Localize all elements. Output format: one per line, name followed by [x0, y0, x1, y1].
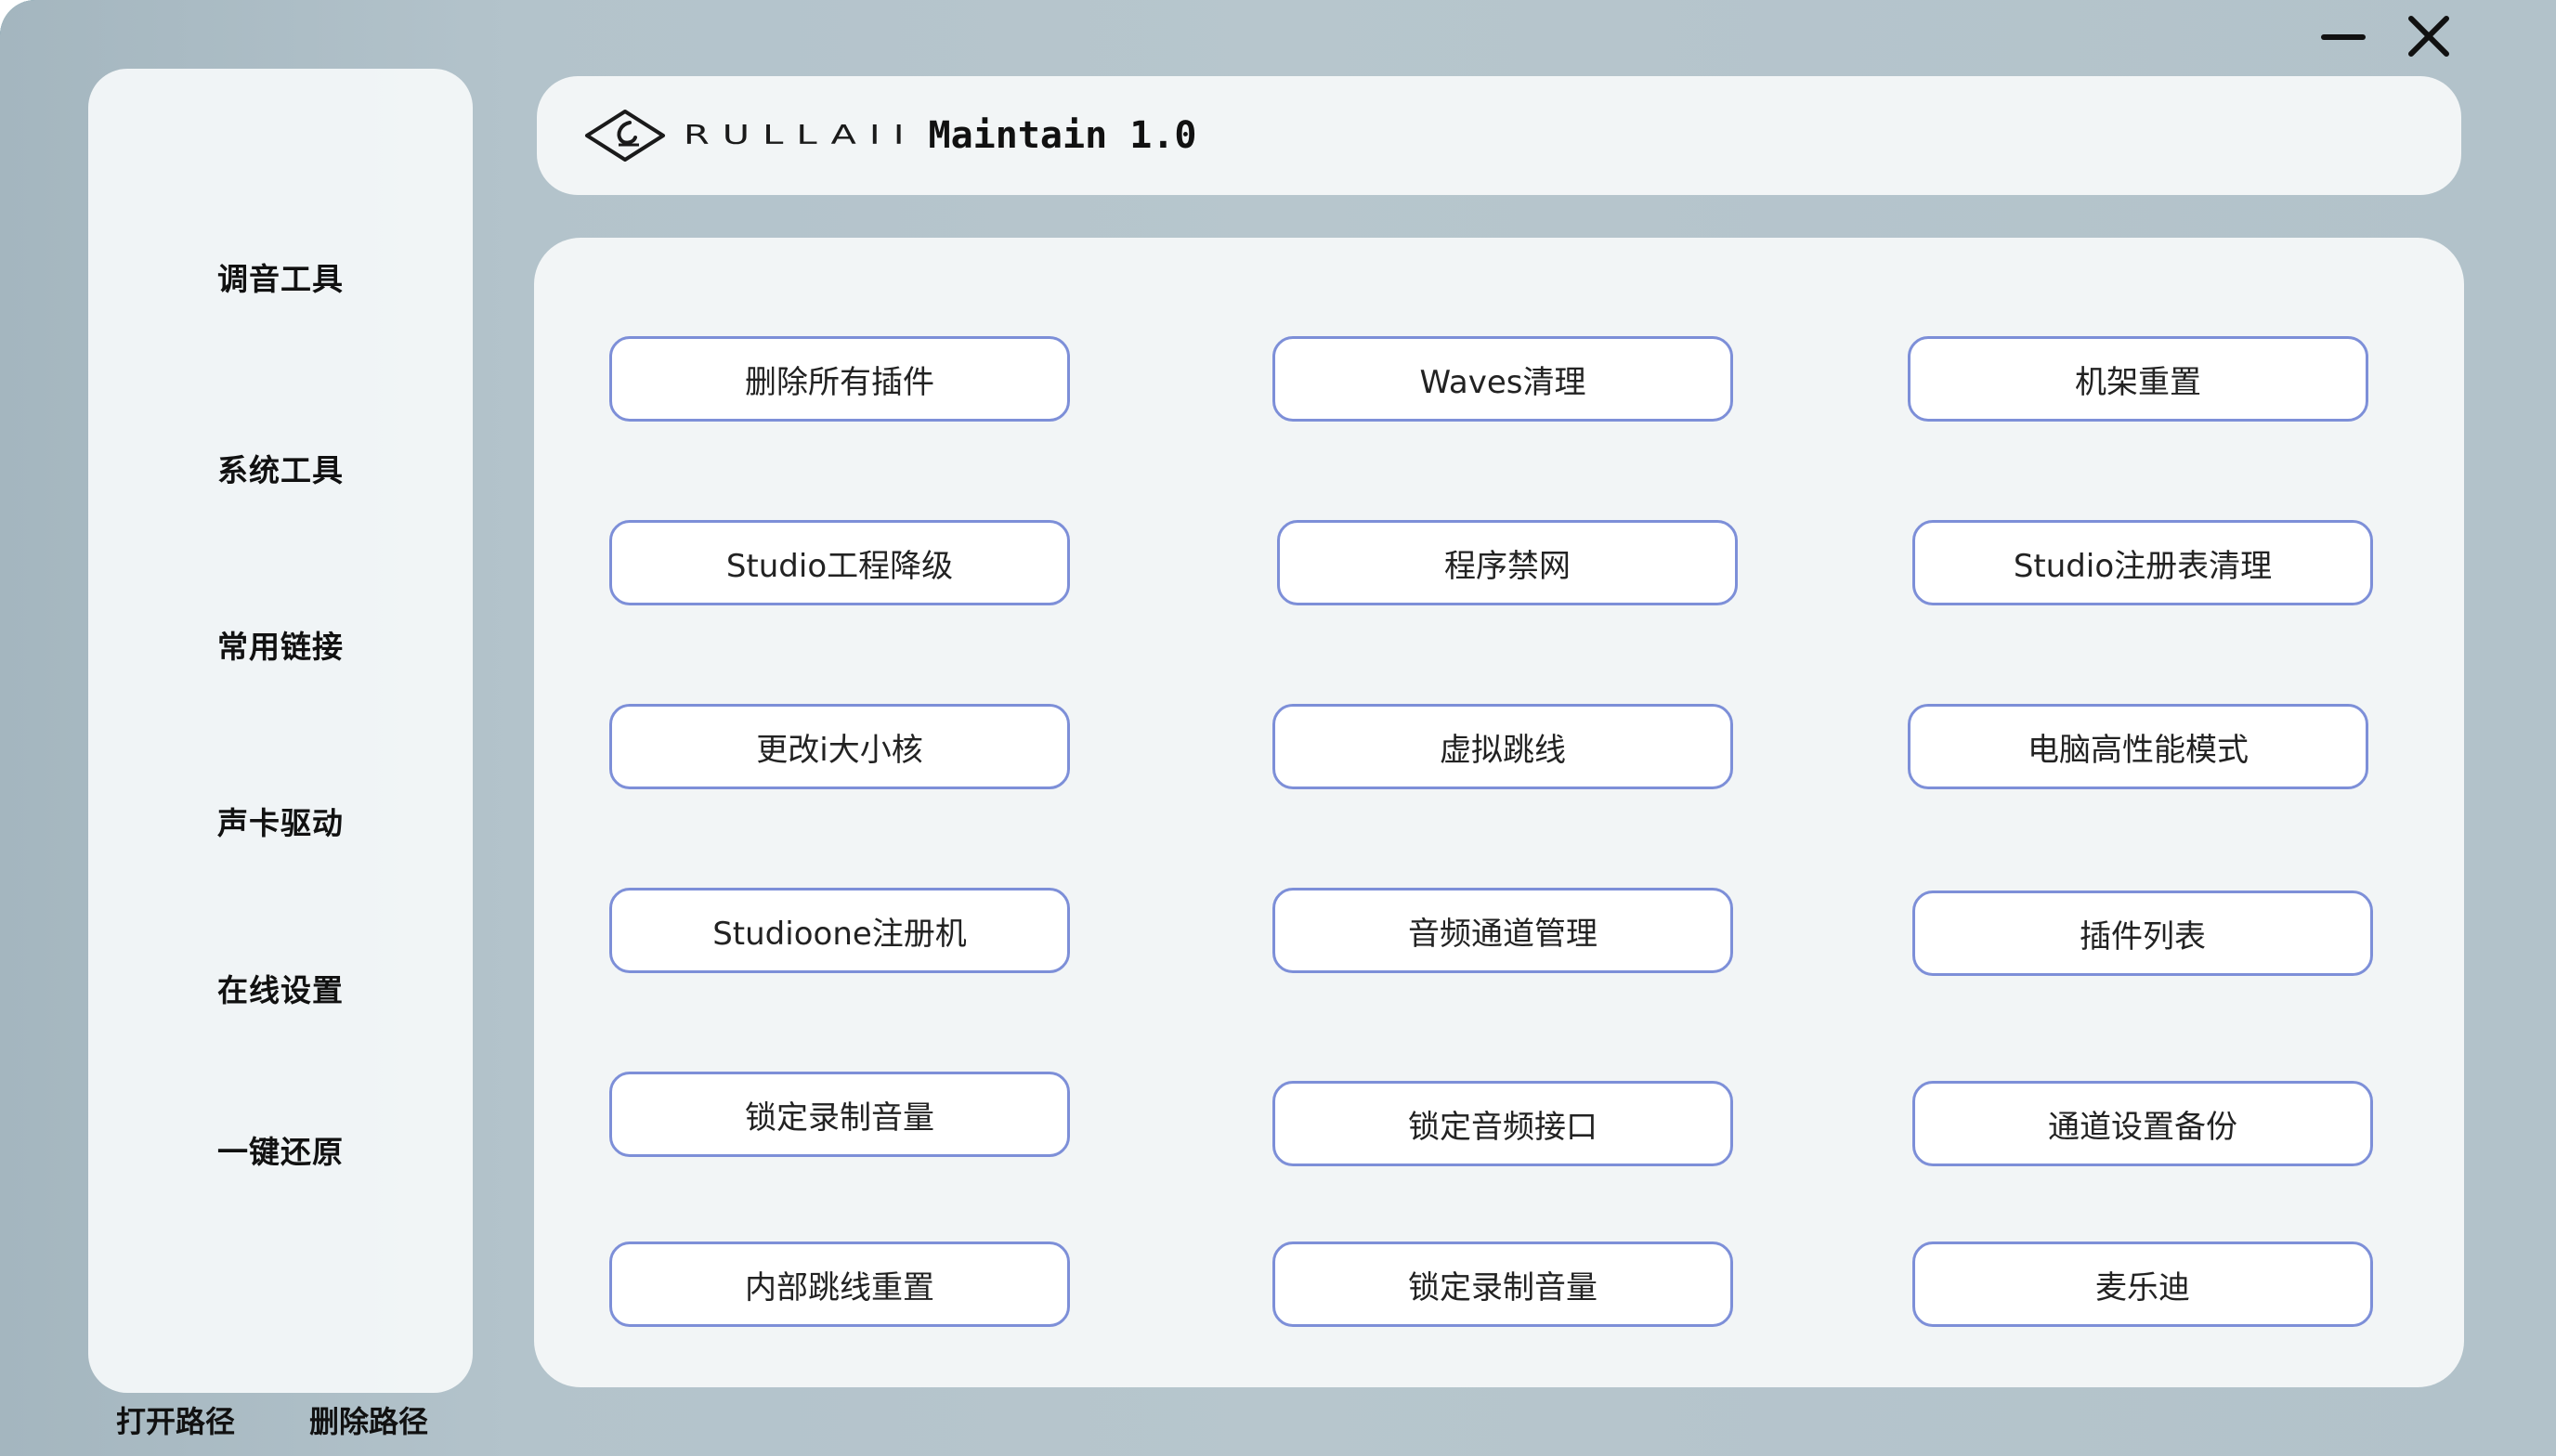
sidebar-item-label: 在线设置 [217, 972, 344, 1008]
rullaii-logo-icon [585, 110, 665, 162]
internal-patch-reset-button[interactable]: 内部跳线重置 [609, 1242, 1070, 1327]
close-button[interactable] [2406, 13, 2452, 59]
rack-reset-button[interactable]: 机架重置 [1908, 336, 2368, 422]
sidebar-item-label: 声卡驱动 [217, 805, 344, 841]
lock-audio-interface-button[interactable]: 锁定音频接口 [1272, 1081, 1733, 1166]
sidebar-item-one-click-restore[interactable]: 一键还原 [88, 1127, 473, 1172]
delete-path-link[interactable]: 删除路径 [309, 1398, 428, 1441]
studio-registry-cleanup-button[interactable]: Studio注册表清理 [1912, 520, 2373, 605]
sidebar-item-online-settings[interactable]: 在线设置 [88, 966, 473, 1010]
minimize-button[interactable] [2320, 17, 2367, 58]
waves-cleanup-button[interactable]: Waves清理 [1272, 336, 1733, 422]
change-core-button[interactable]: 更改i大小核 [609, 704, 1070, 789]
maileidi-button[interactable]: 麦乐迪 [1912, 1242, 2373, 1327]
sidebar: 调音工具 系统工具 常用链接 声卡驱动 在线设置 一键还原 打开路径 删除路径 [88, 69, 473, 1439]
studio-project-downgrade-button[interactable]: Studio工程降级 [609, 520, 1070, 605]
brand-wordmark: RULLAII [684, 120, 918, 151]
sidebar-item-system-tools[interactable]: 系统工具 [88, 446, 473, 490]
sidebar-item-tuning-tools[interactable]: 调音工具 [88, 254, 473, 299]
program-block-network-button[interactable]: 程序禁网 [1277, 520, 1738, 605]
virtual-patch-button[interactable]: 虚拟跳线 [1272, 704, 1733, 789]
delete-all-plugins-button[interactable]: 删除所有插件 [609, 336, 1070, 422]
app-window: 调音工具 系统工具 常用链接 声卡驱动 在线设置 一键还原 打开路径 删除路径 … [0, 0, 2556, 1456]
app-title: Maintain 1.0 [928, 114, 1197, 157]
open-path-link[interactable]: 打开路径 [116, 1398, 235, 1441]
studioone-keygen-button[interactable]: Studioone注册机 [609, 888, 1070, 973]
sidebar-item-common-links[interactable]: 常用链接 [88, 622, 473, 667]
lock-recording-volume-button[interactable]: 锁定录制音量 [609, 1072, 1070, 1157]
sidebar-item-label: 常用链接 [217, 629, 344, 665]
sidebar-item-label: 一键还原 [217, 1134, 344, 1170]
sidebar-item-label: 调音工具 [217, 261, 344, 297]
title-bar: RULLAII Maintain 1.0 [537, 76, 2461, 195]
sidebar-item-label: 系统工具 [217, 452, 344, 488]
high-performance-mode-button[interactable]: 电脑高性能模式 [1908, 704, 2368, 789]
lock-recording-volume-button-2[interactable]: 锁定录制音量 [1272, 1242, 1733, 1327]
minimize-icon [2321, 34, 2366, 40]
channel-settings-backup-button[interactable]: 通道设置备份 [1912, 1081, 2373, 1166]
tools-panel: 删除所有插件 Waves清理 机架重置 Studio工程降级 程序禁网 Stud… [534, 238, 2464, 1387]
plugin-list-button[interactable]: 插件列表 [1912, 890, 2373, 976]
brand-logo: RULLAII Maintain 1.0 [583, 102, 1197, 169]
sidebar-item-sound-card-driver[interactable]: 声卡驱动 [88, 799, 473, 843]
audio-channel-management-button[interactable]: 音频通道管理 [1272, 888, 1733, 973]
close-icon [2408, 16, 2449, 57]
